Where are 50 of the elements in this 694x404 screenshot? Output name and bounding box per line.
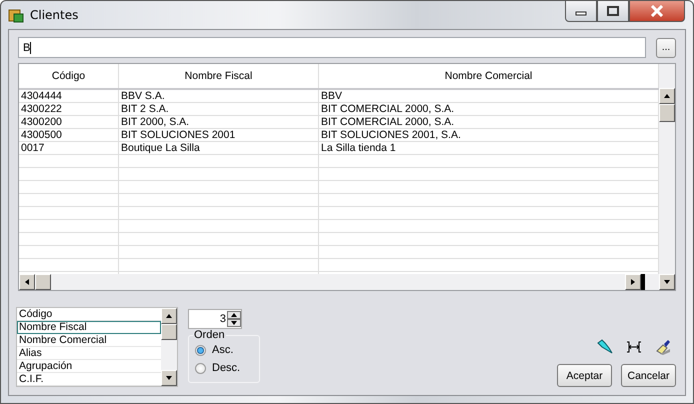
list-item[interactable]: Nombre Comercial [17, 334, 161, 347]
down-arrow-icon[interactable] [663, 278, 671, 286]
radio-button[interactable] [195, 362, 206, 374]
up-arrow-icon[interactable] [230, 312, 238, 318]
down-arrow-icon[interactable] [165, 374, 173, 382]
browse-button[interactable]: ... [656, 38, 676, 58]
list-item[interactable]: Código [17, 308, 161, 321]
scroll-thumb[interactable] [161, 324, 177, 340]
column-width-icon[interactable] [626, 341, 642, 353]
field-list[interactable]: Código Nombre Fiscal Nombre Comercial Alias Agrupación C.I.F. [16, 307, 178, 387]
radio-label[interactable]: Desc. [212, 362, 240, 374]
dialog-button[interactable]: Cancelar [621, 364, 676, 387]
table-cell: BIT 2 S.A. [119, 103, 319, 115]
folder-icon [8, 7, 24, 23]
table-cell: Boutique La Silla [119, 142, 319, 154]
list-item[interactable]: Nombre Fiscal [17, 321, 161, 334]
table-cell: BBV S.A. [119, 90, 319, 102]
scroll-thumb[interactable] [35, 274, 51, 290]
maximize-button[interactable] [597, 0, 629, 22]
maximize-icon [607, 6, 619, 16]
left-arrow-icon[interactable] [23, 278, 31, 286]
number-spinner[interactable]: 3 [188, 309, 242, 329]
up-arrow-icon[interactable] [663, 92, 671, 100]
window-title: Clientes [30, 8, 78, 22]
minimize-button[interactable] [565, 0, 597, 22]
list-item[interactable]: Alias [17, 347, 161, 360]
list-item[interactable]: C.I.F. [17, 373, 161, 386]
scroll-thumb[interactable] [659, 104, 675, 122]
table-cell: BIT SOLUCIONES 2001 [119, 129, 319, 141]
table-cell: 4304444 [19, 90, 119, 102]
radio-button[interactable] [195, 344, 206, 356]
table-cell: 0017 [19, 142, 119, 154]
table-cell: 4300500 [19, 129, 119, 141]
column-header[interactable]: Código [19, 64, 119, 88]
right-arrow-icon[interactable] [629, 278, 637, 286]
table-cell: 4300222 [19, 103, 119, 115]
brush-icon[interactable] [654, 338, 672, 356]
table-cell: BIT 2000, S.A. [119, 116, 319, 128]
down-arrow-icon[interactable] [230, 320, 238, 326]
list-item[interactable]: Agrupación [17, 360, 161, 373]
group-title: Orden [193, 329, 226, 341]
up-arrow-icon[interactable] [165, 312, 173, 320]
dialog-button[interactable]: Aceptar [557, 364, 612, 387]
search-field[interactable]: B [18, 37, 646, 58]
column-header[interactable]: Nombre Comercial [319, 64, 659, 88]
close-button[interactable] [629, 0, 685, 22]
table-cell: 4300200 [19, 116, 119, 128]
radio-label[interactable]: Asc. [212, 344, 234, 356]
column-header[interactable]: Nombre Fiscal [119, 64, 319, 88]
close-icon [650, 5, 664, 17]
